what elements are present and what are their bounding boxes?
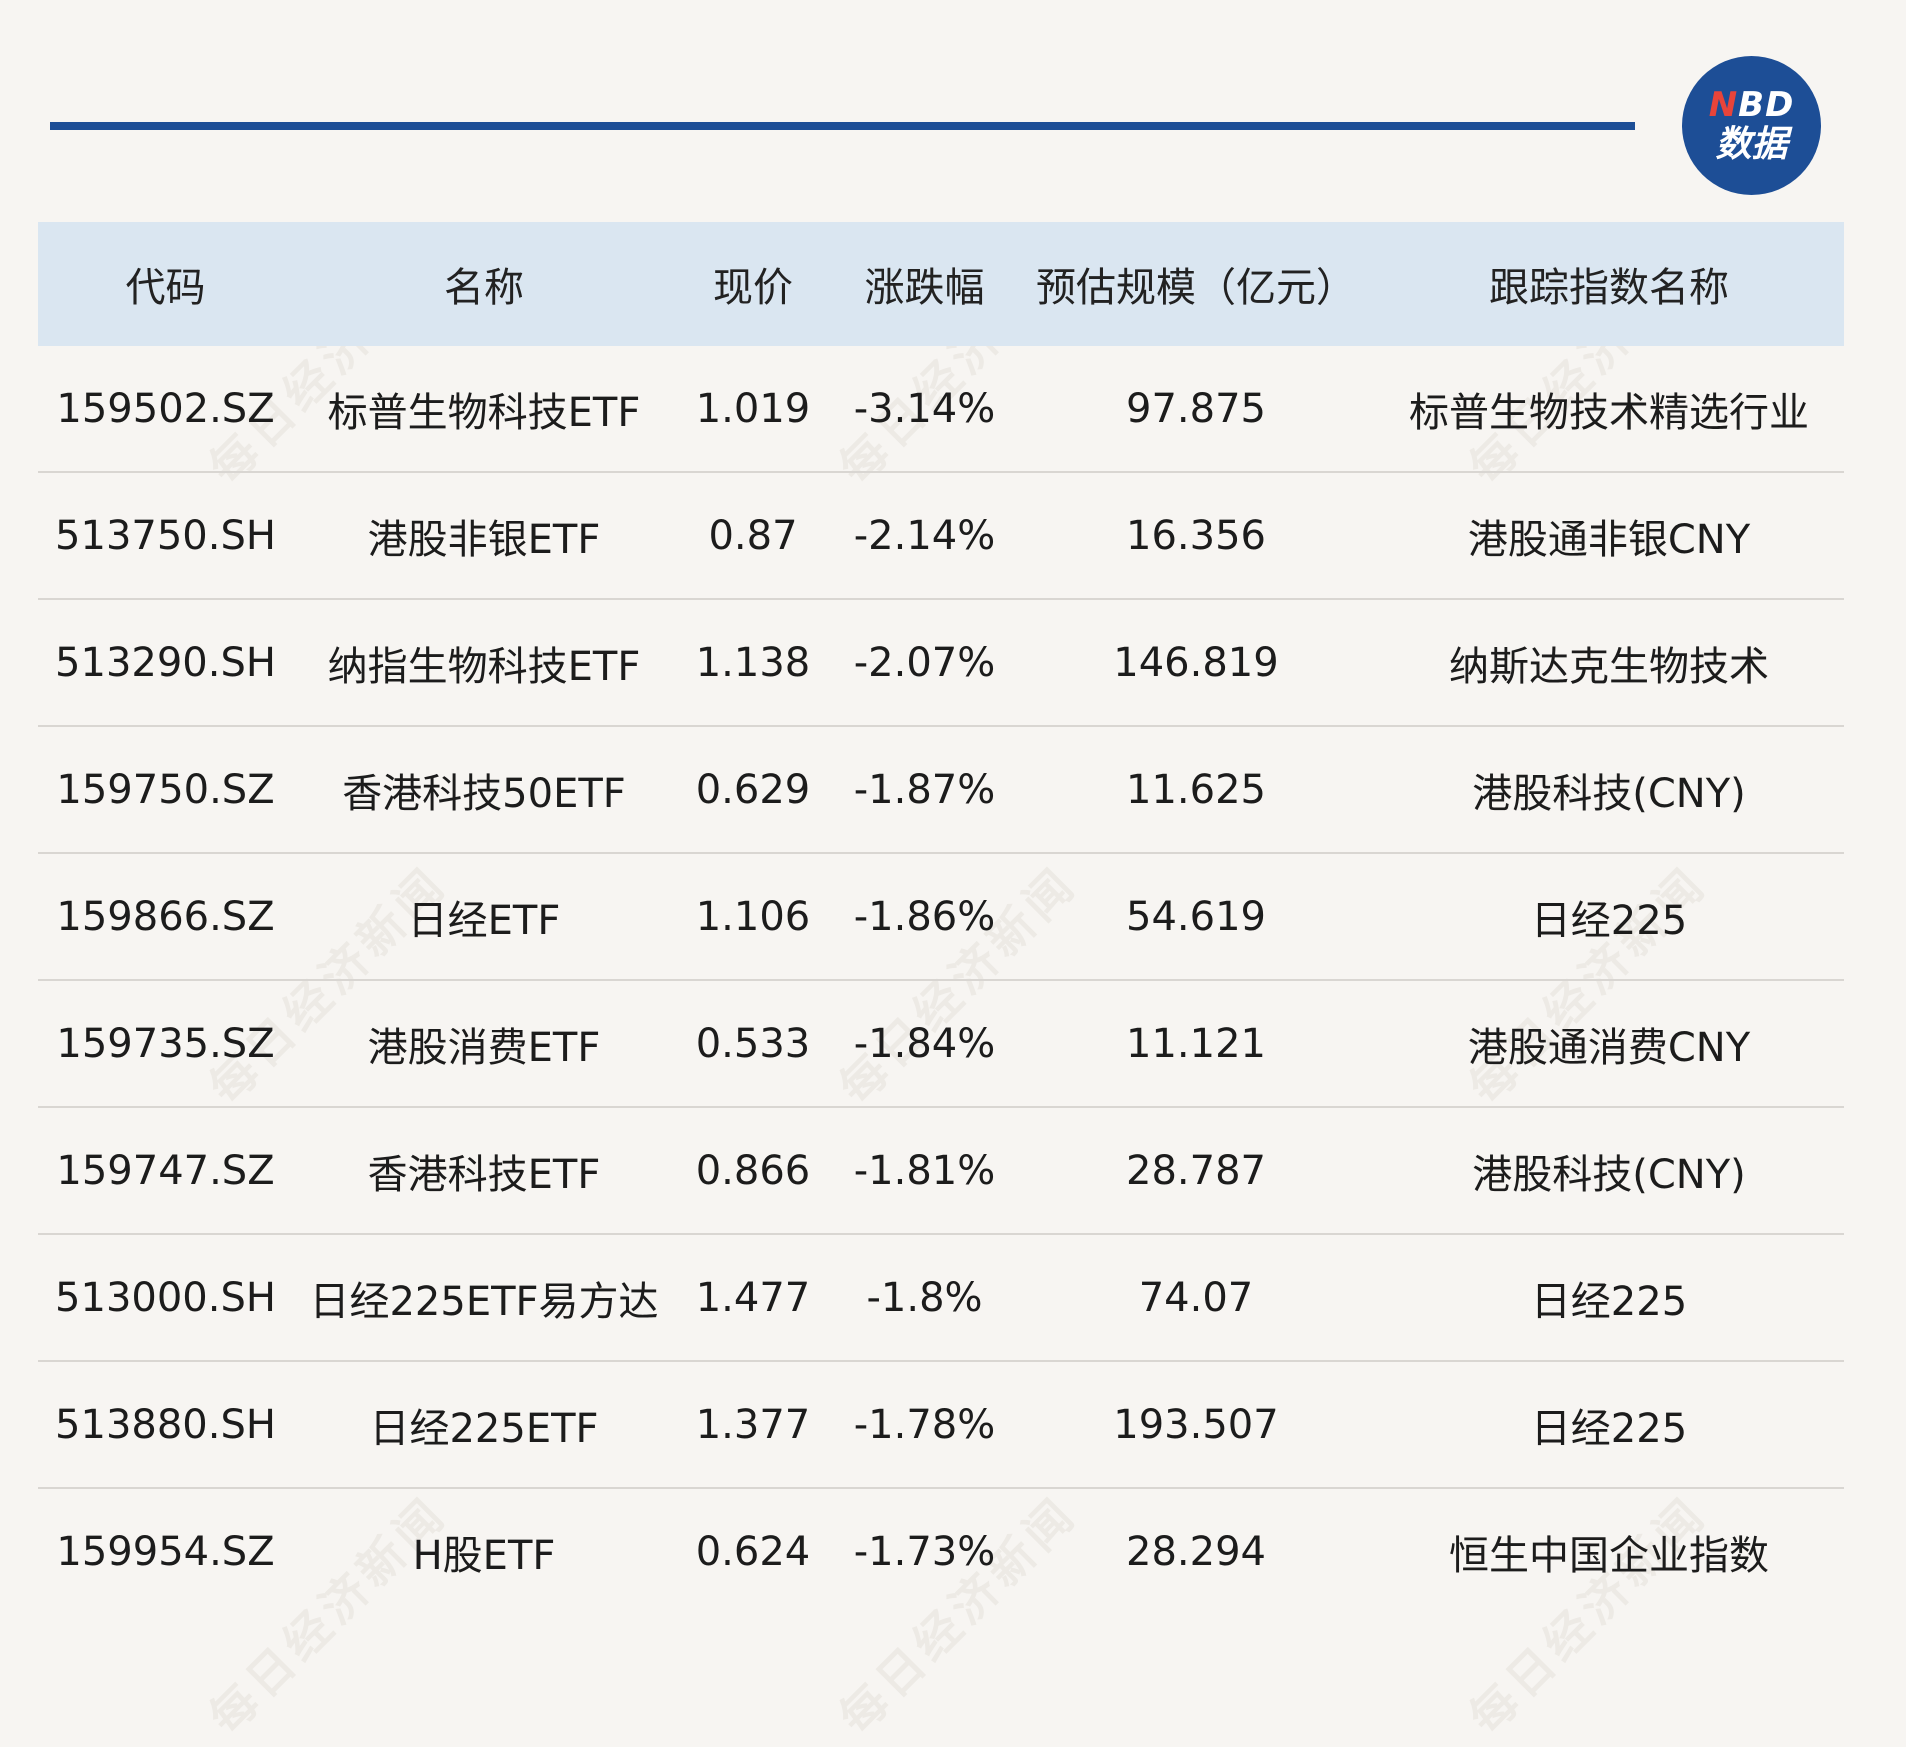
header-name: 名称 — [444, 265, 524, 311]
header-scale: 预估规模（亿元） — [1036, 265, 1356, 311]
cell-name: H股ETF — [412, 1532, 556, 1579]
cell-price: 1.019 — [695, 385, 811, 432]
cell-scale: 193.507 — [1113, 1401, 1279, 1448]
logo-n-letter: N — [1708, 84, 1739, 125]
logo-bd-letters: BD — [1738, 84, 1795, 125]
cell-price: 0.624 — [695, 1528, 811, 1575]
cell-price: 0.533 — [695, 1020, 811, 1067]
table-row: 159747.SZ 香港科技ETF 0.866 -1.81% 28.787 港股科技(CN… — [38, 1108, 1844, 1235]
header-change: 涨跌幅 — [864, 265, 985, 311]
cell-index: 港股科技(CNY) — [1472, 770, 1746, 817]
cell-change: -1.87% — [853, 766, 996, 813]
cell-change: -1.78% — [853, 1401, 996, 1448]
cell-change: -1.81% — [853, 1147, 996, 1194]
cell-index: 日经225 — [1530, 897, 1688, 944]
table-body: 159502.SZ 标普生物科技ETF 1.019 -3.14% 97.875 标普生物技… — [38, 346, 1844, 1614]
cell-code: 159750.SZ — [56, 766, 275, 813]
cell-name: 纳指生物科技ETF — [327, 643, 641, 690]
cell-index: 港股通消费CNY — [1467, 1024, 1751, 1071]
cell-name: 日经225ETF — [369, 1405, 599, 1452]
cell-price: 0.87 — [708, 512, 798, 559]
cell-code: 159502.SZ — [56, 385, 275, 432]
cell-scale: 54.619 — [1126, 893, 1266, 940]
table-header-row: 代码 名称 现价 涨跌幅 预估规模（亿元） 跟踪指数名称 — [38, 222, 1844, 346]
cell-code: 159735.SZ — [56, 1020, 275, 1067]
cell-code: 513000.SH — [55, 1274, 276, 1321]
cell-scale: 11.121 — [1126, 1020, 1266, 1067]
nbd-logo: NBD 数据 — [1682, 56, 1821, 195]
cell-scale: 74.07 — [1138, 1274, 1254, 1321]
cell-code: 513750.SH — [55, 512, 276, 559]
cell-index: 日经225 — [1530, 1278, 1688, 1325]
cell-name: 日经225ETF易方达 — [309, 1278, 659, 1325]
cell-change: -2.07% — [853, 639, 996, 686]
cell-price: 1.377 — [695, 1401, 811, 1448]
cell-name: 日经ETF — [407, 897, 561, 944]
cell-index: 标普生物技术精选行业 — [1409, 389, 1809, 436]
cell-name: 标普生物科技ETF — [327, 389, 641, 436]
cell-change: -1.84% — [853, 1020, 996, 1067]
logo-data-text: 数据 — [1715, 123, 1788, 165]
cell-change: -2.14% — [853, 512, 996, 559]
cell-change: -3.14% — [853, 385, 996, 432]
cell-change: -1.86% — [853, 893, 996, 940]
table-row: 513880.SH 日经225ETF 1.377 -1.78% 193.507 日经225 — [38, 1362, 1844, 1489]
cell-name: 港股消费ETF — [367, 1024, 601, 1071]
cell-change: -1.8% — [866, 1274, 983, 1321]
cell-name: 香港科技ETF — [367, 1151, 601, 1198]
top-rule — [50, 122, 1635, 130]
table-row: 159502.SZ 标普生物科技ETF 1.019 -3.14% 97.875 标普生物技… — [38, 346, 1844, 473]
cell-scale: 146.819 — [1113, 639, 1279, 686]
table-row: 159954.SZ H股ETF 0.624 -1.73% 28.294 恒生中国企业指数 — [38, 1489, 1844, 1614]
cell-change: -1.73% — [853, 1528, 996, 1575]
cell-scale: 97.875 — [1126, 385, 1266, 432]
table-row: 159750.SZ 香港科技50ETF 0.629 -1.87% 11.625 港股科技(… — [38, 727, 1844, 854]
cell-index: 恒生中国企业指数 — [1449, 1532, 1769, 1579]
cell-scale: 28.294 — [1126, 1528, 1266, 1575]
cell-name: 香港科技50ETF — [342, 770, 626, 817]
table-row: 513290.SH 纳指生物科技ETF 1.138 -2.07% 146.819 纳斯达克… — [38, 600, 1844, 727]
cell-index: 港股通非银CNY — [1467, 516, 1751, 563]
cell-code: 159747.SZ — [56, 1147, 275, 1194]
cell-code: 513880.SH — [55, 1401, 276, 1448]
cell-name: 港股非银ETF — [367, 516, 601, 563]
cell-price: 1.477 — [695, 1274, 811, 1321]
header-price: 现价 — [713, 265, 793, 311]
cell-price: 1.106 — [695, 893, 811, 940]
header-index: 跟踪指数名称 — [1489, 265, 1729, 311]
cell-index: 港股科技(CNY) — [1472, 1151, 1746, 1198]
cell-scale: 16.356 — [1126, 512, 1266, 559]
cell-scale: 28.787 — [1126, 1147, 1266, 1194]
table-row: 159866.SZ 日经ETF 1.106 -1.86% 54.619 日经225 — [38, 854, 1844, 981]
cell-code: 513290.SH — [55, 639, 276, 686]
table-row: 513000.SH 日经225ETF易方达 1.477 -1.8% 74.07 日经225 — [38, 1235, 1844, 1362]
cell-code: 159866.SZ — [56, 893, 275, 940]
cell-price: 1.138 — [695, 639, 811, 686]
table-row: 513750.SH 港股非银ETF 0.87 -2.14% 16.356 港股通非银CNY — [38, 473, 1844, 600]
cell-index: 纳斯达克生物技术 — [1449, 643, 1769, 690]
table-row: 159735.SZ 港股消费ETF 0.533 -1.84% 11.121 港股通消费CN… — [38, 981, 1844, 1108]
cell-index: 日经225 — [1530, 1405, 1688, 1452]
cell-code: 159954.SZ — [56, 1528, 275, 1575]
header-code: 代码 — [125, 265, 206, 311]
etf-table: 代码 名称 现价 涨跌幅 预估规模（亿元） 跟踪指数名称 159502.SZ 标普… — [38, 222, 1844, 1614]
cell-price: 0.629 — [695, 766, 811, 813]
cell-scale: 11.625 — [1126, 766, 1266, 813]
cell-price: 0.866 — [695, 1147, 811, 1194]
